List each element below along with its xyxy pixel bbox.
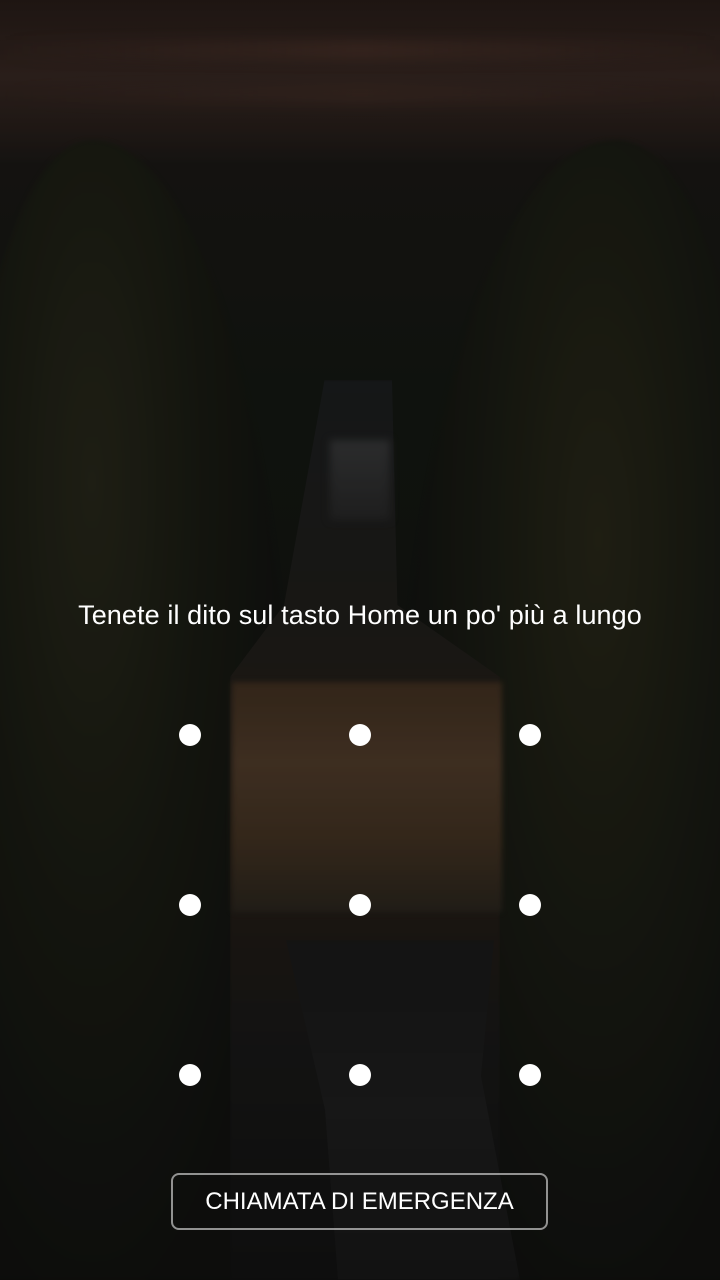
emergency-call-button[interactable]: CHIAMATA DI EMERGENZA: [171, 1173, 548, 1230]
pattern-dot-2[interactable]: [349, 724, 371, 746]
pattern-dot-6[interactable]: [519, 894, 541, 916]
pattern-dot-1[interactable]: [179, 724, 201, 746]
unlock-hint-text: Tenete il dito sul tasto Home un po' più…: [78, 600, 642, 630]
pattern-dot-7[interactable]: [179, 1064, 201, 1086]
wallpaper-image: [0, 0, 720, 1280]
pattern-dot-3[interactable]: [519, 724, 541, 746]
pattern-dot-8[interactable]: [349, 1064, 371, 1086]
pattern-dot-9[interactable]: [519, 1064, 541, 1086]
lock-screen: Tenete il dito sul tasto Home un po' più…: [0, 0, 720, 1280]
wallpaper-dim-overlay: [0, 0, 720, 1280]
pattern-dot-5[interactable]: [349, 894, 371, 916]
pattern-dot-4[interactable]: [179, 894, 201, 916]
